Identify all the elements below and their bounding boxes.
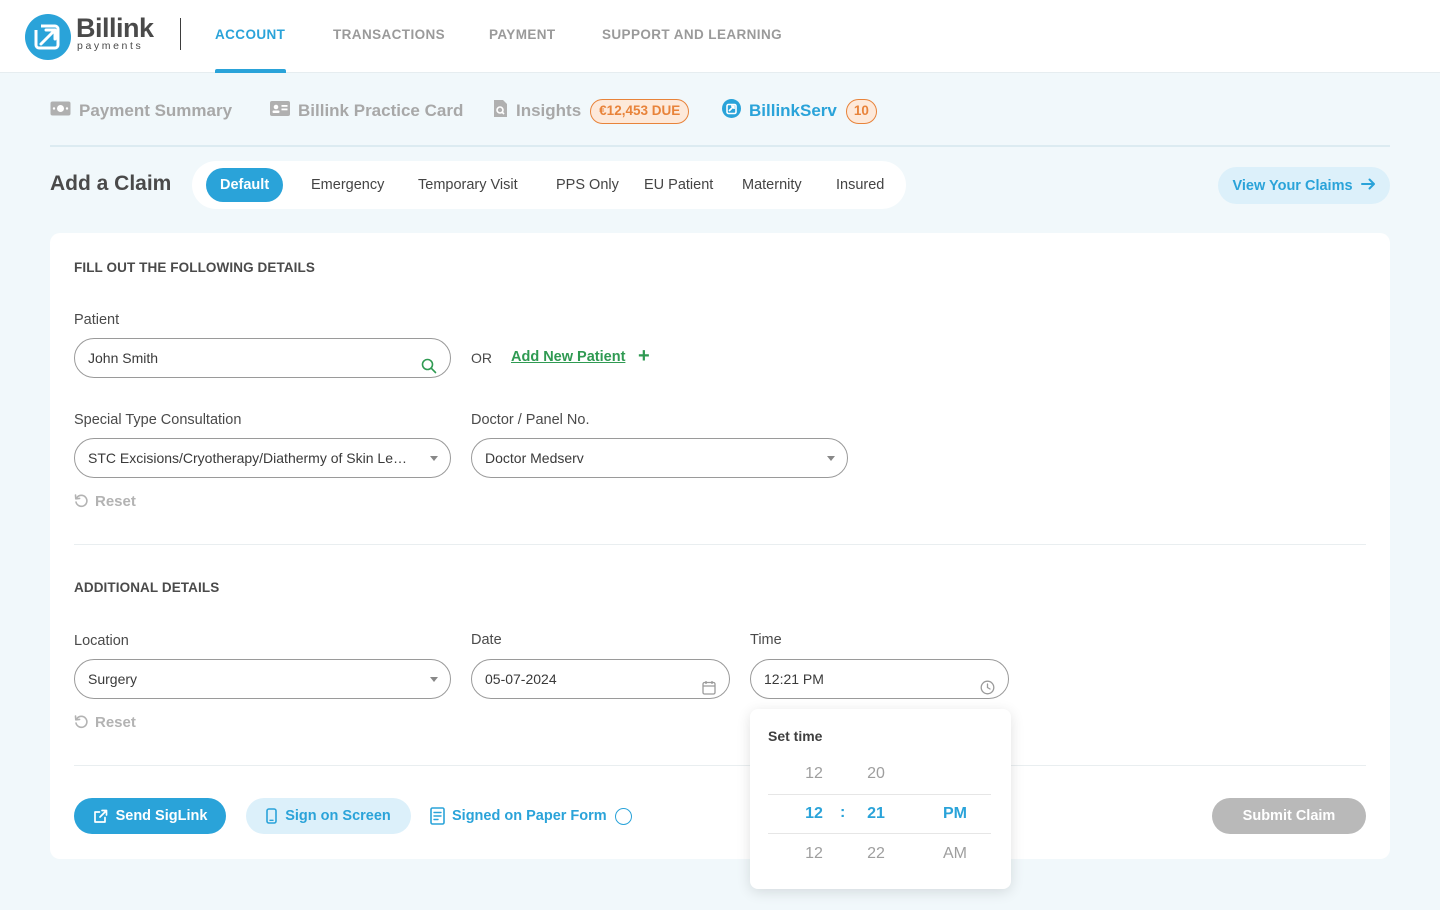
claim-form-card: FILL OUT THE FOLLOWING DETAILS Patient J… (50, 233, 1390, 859)
tab-default[interactable]: Default (206, 168, 284, 202)
location-select[interactable]: Surgery (74, 659, 451, 699)
selection-line-bottom (768, 833, 991, 834)
signed-on-paper-option[interactable]: Signed on Paper Form (430, 807, 632, 825)
reset-label: Reset (95, 493, 136, 510)
date-label: Date (471, 632, 502, 648)
tab-maternity[interactable]: Maternity (742, 168, 802, 202)
subnav-insights[interactable]: Insights €12,453 DUE (493, 98, 690, 124)
search-icon[interactable] (421, 350, 437, 377)
paper-form-icon (430, 807, 445, 825)
billink-logo-icon[interactable] (25, 14, 71, 60)
patient-value: John Smith (88, 350, 159, 366)
stc-label: Special Type Consultation (74, 412, 242, 428)
subnav-payment-summary[interactable]: Payment Summary (50, 99, 232, 123)
send-siglink-button[interactable]: Send SigLink (74, 798, 226, 834)
time-picker-title: Set time (768, 728, 823, 744)
tab-temporary-visit[interactable]: Temporary Visit (418, 168, 518, 202)
hour-selected[interactable]: 12 (794, 805, 834, 823)
undo-icon (74, 715, 88, 729)
insights-due-badge: €12,453 DUE (590, 98, 690, 124)
undo-icon (74, 494, 88, 508)
nav-payment[interactable]: PAYMENT (489, 27, 556, 42)
subnav-billinkserv[interactable]: BillinkServ 10 (722, 98, 877, 124)
stc-value: STC Excisions/Cryotherapy/Diathermy of S… (88, 450, 413, 466)
sign-on-screen-label: Sign on Screen (285, 808, 391, 824)
plus-icon[interactable]: + (638, 345, 650, 368)
chevron-down-icon (827, 456, 835, 461)
patient-search-input[interactable]: John Smith (74, 338, 451, 378)
view-your-claims-button[interactable]: View Your Claims (1218, 167, 1390, 204)
patient-label: Patient (74, 312, 120, 328)
meridiem-option-next[interactable]: AM (935, 845, 975, 863)
section-title-details: FILL OUT THE FOLLOWING DETAILS (74, 260, 315, 275)
date-input[interactable]: 05-07-2024 (471, 659, 730, 699)
chevron-down-icon (430, 456, 438, 461)
or-text: OR (471, 350, 492, 366)
subnav-practice-card-label: Billink Practice Card (298, 101, 464, 120)
hour-option-prev[interactable]: 12 (794, 765, 834, 783)
document-search-icon (493, 99, 508, 123)
date-value: 05-07-2024 (485, 671, 557, 687)
external-link-icon (93, 809, 107, 823)
doctor-value: Doctor Medserv (485, 450, 584, 466)
hour-option-next[interactable]: 12 (794, 845, 834, 863)
id-card-icon (270, 101, 290, 121)
time-label: Time (750, 632, 782, 648)
submit-claim-button[interactable]: Submit Claim (1212, 798, 1366, 834)
minute-selected[interactable]: 21 (856, 805, 896, 823)
subnav-insights-label: Insights (516, 101, 582, 120)
subnav-billinkserv-label: BillinkServ (749, 101, 837, 120)
mobile-phone-icon (266, 808, 278, 824)
tab-emergency[interactable]: Emergency (311, 168, 384, 202)
claim-type-tabs: Default Emergency Temporary Visit PPS On… (192, 161, 906, 209)
nav-transactions[interactable]: TRANSACTIONS (333, 27, 445, 42)
reset-button-details[interactable]: Reset (74, 493, 136, 510)
time-input[interactable]: 12:21 PM (750, 659, 1009, 699)
signed-on-paper-radio[interactable] (614, 807, 632, 825)
nav-active-indicator (215, 69, 286, 73)
sign-on-screen-button[interactable]: Sign on Screen (246, 798, 411, 834)
doctor-label: Doctor / Panel No. (471, 412, 590, 428)
reset-button-additional[interactable]: Reset (74, 714, 136, 731)
reset-label: Reset (95, 714, 136, 731)
section-divider (74, 544, 1366, 545)
subnav-payment-summary-label: Payment Summary (79, 101, 233, 120)
add-new-patient-link[interactable]: Add New Patient (511, 349, 625, 365)
doctor-select[interactable]: Doctor Medserv (471, 438, 848, 478)
location-label: Location (74, 633, 129, 649)
billinkserv-icon (722, 99, 741, 123)
meridiem-selected[interactable]: PM (935, 805, 975, 823)
nav-account[interactable]: ACCOUNT (215, 27, 285, 42)
section-title-additional: ADDITIONAL DETAILS (74, 580, 220, 595)
tab-insured[interactable]: Insured (836, 168, 884, 202)
chevron-down-icon (430, 677, 438, 682)
selection-line-top (768, 794, 991, 795)
logo-divider (180, 18, 181, 50)
signed-on-paper-label: Signed on Paper Form (452, 808, 607, 824)
minute-option-next[interactable]: 22 (856, 845, 896, 863)
page-title: Add a Claim (50, 172, 172, 195)
stc-select[interactable]: STC Excisions/Cryotherapy/Diathermy of S… (74, 438, 451, 478)
calendar-icon[interactable] (702, 671, 716, 698)
time-separator: : (840, 804, 846, 821)
cash-icon (50, 101, 71, 121)
tab-pps-only[interactable]: PPS Only (556, 168, 619, 202)
clock-icon[interactable] (980, 671, 995, 698)
billinkserv-count-badge: 10 (845, 98, 877, 124)
brand-tagline: payments (77, 40, 144, 52)
top-bar: Billink payments ACCOUNT TRANSACTIONS PA… (0, 0, 1440, 73)
view-your-claims-label: View Your Claims (1232, 177, 1353, 194)
subnav-practice-card[interactable]: Billink Practice Card (270, 99, 463, 123)
time-picker-popup: Set time 12 20 12 : 21 PM 12 22 AM (750, 709, 1011, 889)
location-value: Surgery (88, 671, 138, 687)
arrow-right-icon (1360, 177, 1376, 195)
send-siglink-label: Send SigLink (115, 808, 208, 824)
section-divider (74, 765, 1366, 766)
subnav-divider (50, 145, 1390, 147)
submit-claim-label: Submit Claim (1242, 808, 1336, 824)
nav-support-and-learning[interactable]: SUPPORT AND LEARNING (602, 27, 782, 42)
minute-option-prev[interactable]: 20 (856, 765, 896, 783)
tab-eu-patient[interactable]: EU Patient (644, 168, 713, 202)
time-value: 12:21 PM (764, 671, 824, 687)
